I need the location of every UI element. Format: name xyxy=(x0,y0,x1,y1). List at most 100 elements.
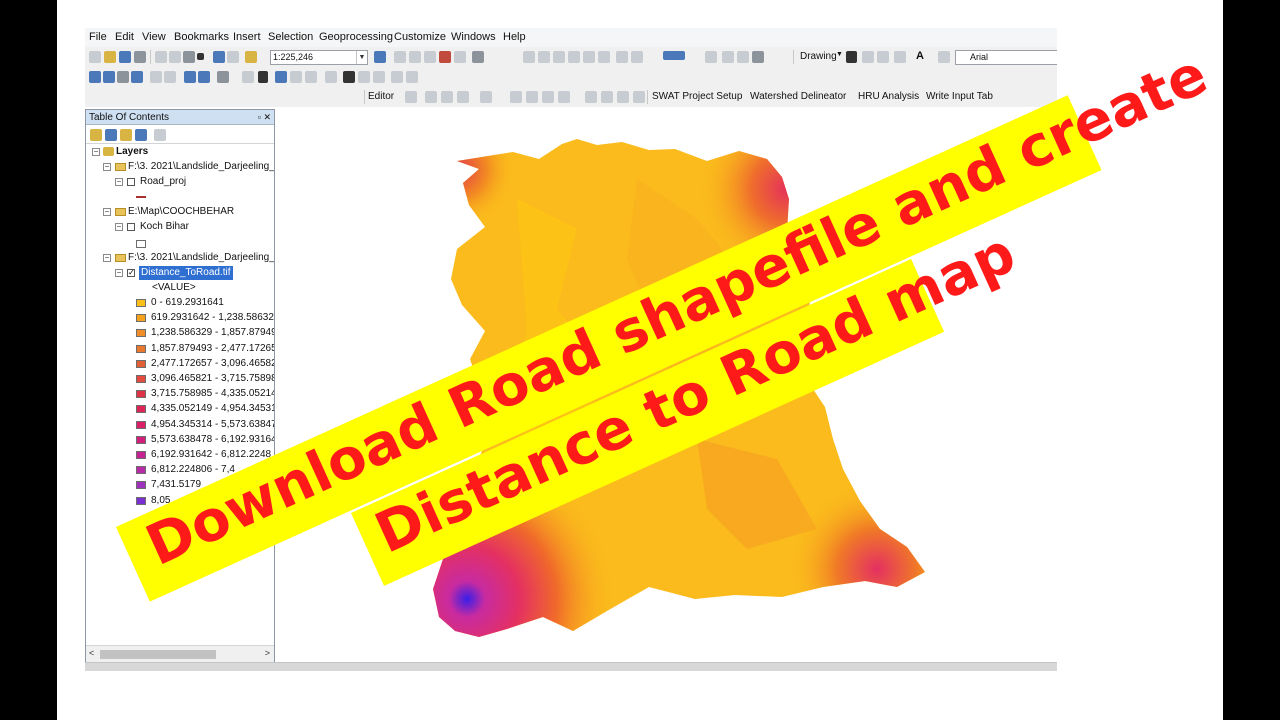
select-elements-icon[interactable] xyxy=(258,71,268,83)
new-document-icon[interactable] xyxy=(89,51,101,63)
swat-project-setup-menu[interactable]: SWAT Project Setup xyxy=(652,91,742,102)
layer-visibility-checkbox[interactable] xyxy=(127,178,135,186)
go-to-xy-icon[interactable] xyxy=(373,71,385,83)
toc-horizontal-scrollbar[interactable]: < > xyxy=(86,645,274,662)
catalog-window-icon[interactable] xyxy=(409,51,421,63)
select-features-icon[interactable] xyxy=(217,71,229,83)
html-popup-icon[interactable] xyxy=(305,71,317,83)
fixed-zoom-out-icon[interactable] xyxy=(164,71,176,83)
legend-swatch[interactable] xyxy=(136,420,146,429)
text-tool[interactable]: A xyxy=(916,50,924,62)
legend-swatch[interactable] xyxy=(136,496,146,505)
font-combo[interactable]: Arial xyxy=(955,50,1057,65)
time-slider-icon[interactable] xyxy=(391,71,403,83)
write-input-tables-menu[interactable]: Write Input Tab xyxy=(926,91,993,102)
map-scale-combo[interactable]: 1:225,246 ▼ xyxy=(270,50,368,65)
legend-swatch[interactable] xyxy=(136,451,146,459)
print-icon[interactable] xyxy=(134,51,146,63)
open-icon[interactable] xyxy=(104,51,116,63)
zoom-in-icon[interactable] xyxy=(89,71,101,83)
pan-icon[interactable] xyxy=(117,71,129,83)
toc-group-path[interactable]: F:\3. 2021\Landslide_Darjeeling_I xyxy=(128,251,274,265)
legend-swatch[interactable] xyxy=(136,314,146,323)
layer-visibility-checkbox[interactable]: ✓ xyxy=(127,269,135,277)
layout-view-icon[interactable] xyxy=(722,51,734,63)
menu-geoprocessing[interactable]: Geoprocessing xyxy=(319,31,393,43)
toc-root-layers[interactable]: Layers xyxy=(116,145,148,159)
layer-visibility-checkbox[interactable] xyxy=(127,223,135,231)
create-viewer-icon[interactable] xyxy=(406,71,418,83)
zoom-percent-field[interactable] xyxy=(663,51,685,60)
identify-icon[interactable] xyxy=(275,71,287,83)
measure-icon[interactable] xyxy=(325,71,337,83)
hru-analysis-menu[interactable]: HRU Analysis xyxy=(858,91,919,102)
list-by-visibility-icon[interactable] xyxy=(120,129,132,141)
clear-selection-icon[interactable] xyxy=(242,71,254,83)
collapse-icon[interactable]: − xyxy=(92,148,100,156)
toc-layer-koch-bihar[interactable]: Koch Bihar xyxy=(140,220,189,234)
editor-menu[interactable]: Editor xyxy=(368,91,394,102)
menu-bookmarks[interactable]: Bookmarks xyxy=(174,31,229,43)
toc-group-path[interactable]: E:\Map\COOCHBEHAR xyxy=(128,205,234,219)
undo-icon[interactable] xyxy=(213,51,225,63)
back-icon[interactable] xyxy=(184,71,196,83)
copy-icon[interactable] xyxy=(169,51,181,63)
toc-layer-road-proj[interactable]: Road_proj xyxy=(140,175,186,189)
layout-view-icon[interactable] xyxy=(737,51,749,63)
options-icon[interactable] xyxy=(154,129,166,141)
arctoolbox-icon[interactable] xyxy=(439,51,451,63)
zoom-out-icon[interactable] xyxy=(103,71,115,83)
list-by-source-icon[interactable] xyxy=(105,129,117,141)
list-by-selection-icon[interactable] xyxy=(135,129,147,141)
legend-swatch[interactable] xyxy=(136,481,146,490)
search-window-icon[interactable] xyxy=(424,51,436,63)
collapse-icon[interactable]: − xyxy=(115,178,123,186)
scrollbar-thumb[interactable] xyxy=(100,650,216,659)
toc-layer-distance-to-road[interactable]: Distance_ToRoad.tif xyxy=(139,266,233,280)
editor-toolbar-icon[interactable] xyxy=(374,51,386,63)
toc-window-icon[interactable] xyxy=(394,51,406,63)
legend-swatch[interactable] xyxy=(136,344,146,353)
legend-swatch[interactable] xyxy=(136,359,146,368)
menu-selection[interactable]: Selection xyxy=(268,31,313,43)
collapse-icon[interactable]: − xyxy=(115,223,123,231)
chevron-left-icon[interactable]: < xyxy=(89,648,94,658)
rectangle-icon[interactable] xyxy=(894,51,906,63)
hyperlink-icon[interactable] xyxy=(290,71,302,83)
menu-insert[interactable]: Insert xyxy=(233,31,261,43)
fill-color-icon[interactable] xyxy=(938,51,950,63)
legend-swatch[interactable] xyxy=(136,405,146,414)
model-builder-icon[interactable] xyxy=(472,51,484,63)
layout-view-icon[interactable] xyxy=(705,51,717,63)
legend-swatch[interactable] xyxy=(136,435,146,444)
zoom-whole-page-icon[interactable] xyxy=(877,51,889,63)
fixed-zoom-in-icon[interactable] xyxy=(150,71,162,83)
redo-icon[interactable] xyxy=(227,51,239,63)
add-data-icon[interactable] xyxy=(245,51,257,63)
collapse-icon[interactable]: − xyxy=(103,208,111,216)
collapse-icon[interactable]: − xyxy=(115,269,123,277)
list-by-drawing-order-icon[interactable] xyxy=(90,129,102,141)
legend-swatch[interactable] xyxy=(136,329,146,338)
cut-icon[interactable] xyxy=(155,51,167,63)
find-icon[interactable] xyxy=(343,71,355,83)
delete-icon[interactable] xyxy=(197,53,204,60)
legend-swatch[interactable] xyxy=(136,299,146,307)
forward-icon[interactable] xyxy=(198,71,210,83)
toc-group-path[interactable]: F:\3. 2021\Landslide_Darjeeling_I xyxy=(128,160,274,174)
collapse-icon[interactable]: − xyxy=(103,254,111,262)
menu-view[interactable]: View xyxy=(142,31,166,43)
watershed-delineator-menu[interactable]: Watershed Delineator xyxy=(750,91,846,102)
full-extent-icon[interactable] xyxy=(131,71,143,83)
rotate-icon[interactable] xyxy=(862,51,874,63)
menu-help[interactable]: Help xyxy=(503,31,526,43)
chevron-right-icon[interactable]: > xyxy=(265,648,270,658)
auto-hide-icon[interactable]: ▫ xyxy=(258,112,261,122)
menu-edit[interactable]: Edit xyxy=(115,31,134,43)
collapse-icon[interactable]: − xyxy=(103,163,111,171)
save-icon[interactable] xyxy=(119,51,131,63)
legend-swatch[interactable] xyxy=(136,466,146,475)
menu-file[interactable]: File xyxy=(89,31,107,43)
select-arrow-icon[interactable] xyxy=(846,51,857,63)
find-route-icon[interactable] xyxy=(358,71,370,83)
